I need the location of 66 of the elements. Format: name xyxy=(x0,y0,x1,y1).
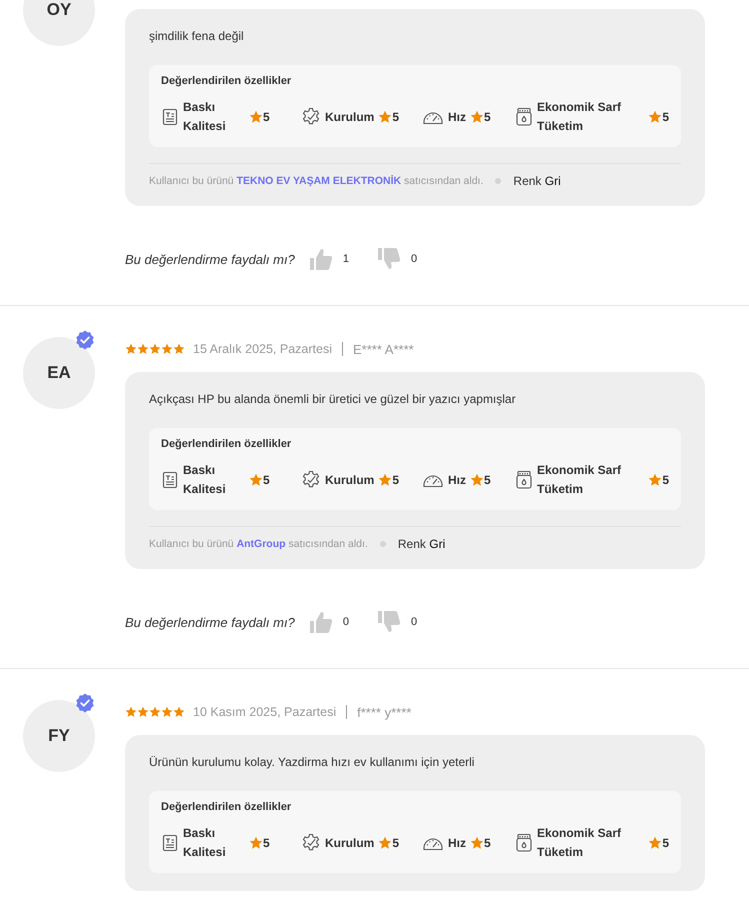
color-attribute: Renk Gri xyxy=(398,537,446,551)
feature-rating: 5 xyxy=(648,110,669,124)
feature-label: Kurulum xyxy=(325,472,374,488)
star-icon xyxy=(173,706,185,718)
review-text: Açıkçası HP bu alanda önemli bir üretici ve güzel bir yazıcı yapmışlar xyxy=(149,392,517,406)
dislike-button[interactable]: 0 xyxy=(376,247,418,271)
color-attribute: Renk Gri xyxy=(513,174,561,188)
gear-check-icon xyxy=(301,470,321,490)
feature-label: Baskı Kalitesi xyxy=(183,825,227,861)
helpful-question: Bu değerlendirme faydalı mı? xyxy=(125,252,295,266)
feature-rating: 5 xyxy=(378,836,400,850)
feature-rating: 5 xyxy=(249,473,270,487)
feature-label: Baskı Kalitesi xyxy=(183,99,227,135)
feature-label: Ekonomik Sarf Tüketim xyxy=(537,462,622,498)
avatar: EA xyxy=(23,337,95,409)
seller-info: Kullanıcı bu ürünü TEKNO EV YAŞAM ELEKTRONİK satıcısından aldı. xyxy=(149,175,484,187)
feature-rating: 5 xyxy=(249,836,270,850)
features-title: Değerlendirilen özellikler xyxy=(161,801,292,813)
feature-rating: 5 xyxy=(470,473,491,487)
avatar: OY xyxy=(23,0,95,46)
features-title: Değerlendirilen özellikler xyxy=(161,75,292,87)
star-icon xyxy=(173,343,185,355)
star-icon xyxy=(161,343,173,355)
feature-label: Hız xyxy=(448,472,466,488)
star-icon xyxy=(149,706,161,718)
gear-check-icon xyxy=(301,833,321,853)
dislike-button[interactable]: 0 xyxy=(376,610,418,634)
star-icon xyxy=(125,343,137,355)
feature-rating: 5 xyxy=(648,473,669,487)
star-icon xyxy=(149,343,161,355)
document-icon xyxy=(161,834,179,852)
star-icon xyxy=(137,706,149,718)
ink-bottle-icon xyxy=(515,107,533,127)
document-icon xyxy=(161,108,179,126)
review-text: Ürünün kurulumu kolay. Yazdirma hızı ev kullanımı için yeterli xyxy=(149,755,476,769)
feature-label: Kurulum xyxy=(325,834,374,852)
avatar: FY xyxy=(23,700,95,772)
feature-label: Hız xyxy=(448,108,466,126)
star-icon xyxy=(125,706,137,718)
helpful-question: Bu değerlendirme faydalı mı? xyxy=(125,614,295,630)
reviewer-name: f**** y**** xyxy=(357,704,412,720)
feature-rating: 5 xyxy=(378,473,400,487)
feature-rating: 5 xyxy=(249,110,270,124)
document-icon xyxy=(161,471,179,489)
feature-rating: 5 xyxy=(470,836,491,850)
review-date: 15 Aralık 2025, Pazartesi xyxy=(193,342,332,356)
star-icon xyxy=(161,706,173,718)
review-date: 10 Kasım 2025, Pazartesi xyxy=(193,705,336,719)
feature-label: Ekonomik Sarf Tüketim xyxy=(537,825,622,861)
ink-bottle-icon xyxy=(515,833,533,853)
like-button[interactable]: 1 xyxy=(308,247,349,271)
features-title: Değerlendirilen özellikler xyxy=(161,438,292,450)
feature-rating: 5 xyxy=(470,110,491,124)
feature-rating: 5 xyxy=(648,836,669,850)
reviewer-name: E**** A**** xyxy=(352,342,414,356)
feature-label: Baskı Kalitesi xyxy=(183,462,227,498)
feature-rating: 5 xyxy=(378,110,400,124)
feature-label: Ekonomik Sarf Tüketim xyxy=(537,99,622,135)
review-text: şimdilik fena değil xyxy=(149,29,245,43)
feature-label: Hız xyxy=(448,834,466,852)
ink-bottle-icon xyxy=(515,470,533,490)
seller-info: Kullanıcı bu ürünü AntGroup satıcısından aldı. xyxy=(149,538,368,550)
star-icon xyxy=(137,343,149,355)
like-button[interactable]: 0 xyxy=(308,610,349,634)
feature-label: Kurulum xyxy=(325,108,374,126)
gear-check-icon xyxy=(301,107,321,127)
